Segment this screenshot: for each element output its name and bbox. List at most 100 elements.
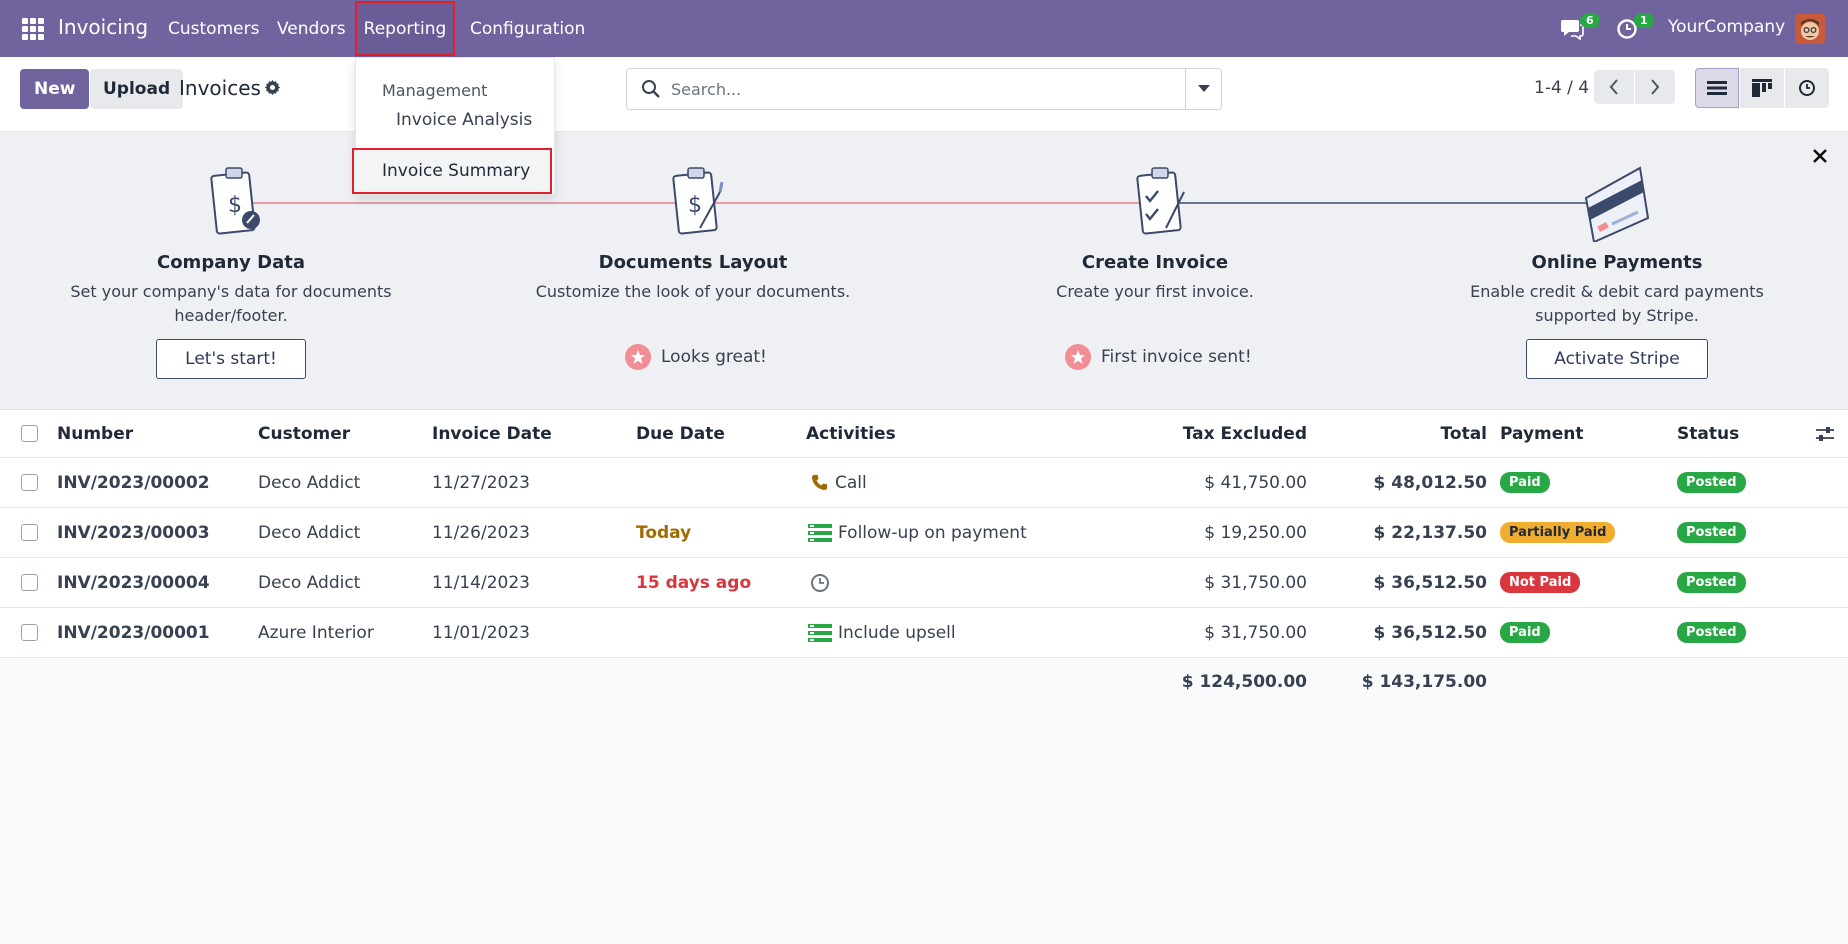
row-checkbox[interactable] [21,574,38,591]
phone-icon [810,473,829,492]
header-number[interactable]: Number [57,410,133,457]
menu-customers[interactable]: Customers [158,0,269,57]
header-invoice-date[interactable]: Invoice Date [432,410,552,457]
table-row[interactable]: INV/2023/00004 Deco Addict 11/14/2023 15… [0,558,1848,608]
activities-count-badge: 1 [1634,13,1654,28]
activity-cell[interactable]: Include upsell [808,608,956,657]
dropdown-section-management: Management [382,81,488,100]
gear-icon[interactable] [264,79,281,96]
avatar-face-icon [1795,14,1825,44]
chevron-left-icon [1609,79,1618,95]
user-avatar[interactable] [1795,14,1825,44]
activity-cell[interactable] [810,558,836,607]
clock-view-icon [1799,80,1815,96]
header-status[interactable]: Status [1677,410,1739,457]
status-badge: Posted [1677,572,1746,593]
clock-icon [810,573,830,593]
onboarding-progress-line [250,202,1600,204]
header-payment[interactable]: Payment [1500,410,1584,457]
kanban-view-button[interactable] [1740,68,1784,108]
chevron-right-icon [1651,79,1660,95]
step-documents-layout-title: Documents Layout [598,252,788,273]
invoice-customer: Azure Interior [258,622,374,643]
step-create-invoice-title: Create Invoice [1081,252,1229,273]
total-value: $ 48,012.50 [1373,472,1487,493]
invoice-number: INV/2023/00002 [57,472,210,493]
invoice-customer: Deco Addict [258,572,361,593]
total-value: $ 36,512.50 [1373,622,1487,643]
row-checkbox[interactable] [21,474,38,491]
table-row[interactable]: INV/2023/00003 Deco Addict 11/26/2023 To… [0,508,1848,558]
step-documents-layout-desc: Customize the look of your documents. [535,282,851,301]
activity-cell[interactable]: Call [810,458,867,507]
totals-row: $ 124,500.00 $ 143,175.00 [0,658,1848,706]
app-title[interactable]: Invoicing [58,15,148,39]
list-view-button[interactable] [1695,68,1739,108]
create-invoice-icon [1136,167,1185,235]
tax-excluded-value: $ 31,750.00 [1204,572,1307,593]
payment-status-badge: Paid [1500,472,1550,493]
new-button[interactable]: New [20,69,90,109]
invoice-date: 11/14/2023 [432,572,530,593]
table-row[interactable]: INV/2023/00001 Azure Interior 11/01/2023… [0,608,1848,658]
activity-view-button[interactable] [1785,68,1829,108]
tax-excluded-value: $ 41,750.00 [1204,472,1307,493]
table-header: Number Customer Invoice Date Due Date Ac… [0,410,1848,458]
pager-next-button[interactable] [1635,70,1675,104]
star-icon [625,344,651,370]
invoice-date: 11/01/2023 [432,622,530,643]
select-all-checkbox[interactable] [21,425,38,442]
reporting-dropdown: Management Invoice Analysis Invoice Summ… [352,57,555,195]
messages-button[interactable]: 6 [1560,13,1600,42]
top-navbar: Invoicing Customers Vendors Reporting Co… [0,0,1848,57]
tasks-icon [808,523,832,542]
credit-card-icon [1584,166,1650,242]
search-input[interactable] [671,69,1161,109]
header-customer[interactable]: Customer [258,410,350,457]
header-total[interactable]: Total [1320,410,1487,457]
step-create-invoice-desc: Create your first invoice. [1056,282,1254,301]
svg-text:$: $ [228,193,242,218]
menu-vendors[interactable]: Vendors [267,0,356,57]
pager-value[interactable]: 1-4 / 4 [1534,78,1589,98]
column-settings-icon[interactable] [1816,426,1834,442]
invoice-customer: Deco Addict [258,472,361,493]
apps-grid-icon[interactable] [22,18,44,40]
menu-item-invoice-analysis[interactable]: Invoice Analysis [396,110,532,130]
payment-status-badge: Paid [1500,622,1550,643]
invoice-due-date: 15 days ago [636,572,752,593]
invoice-number: INV/2023/00004 [57,572,210,593]
company-data-icon: $ [210,167,260,235]
header-tax-excluded[interactable]: Tax Excluded [1100,410,1307,457]
total-value: $ 22,137.50 [1373,522,1487,543]
caret-down-icon [1197,85,1210,92]
upload-button[interactable]: Upload [90,69,184,109]
invoice-number: INV/2023/00001 [57,622,210,643]
header-due-date[interactable]: Due Date [636,410,725,457]
control-panel: New Upload Invoices 1-4 / 4 [0,57,1848,132]
company-switcher[interactable]: YourCompany [1668,17,1785,37]
row-checkbox[interactable] [21,524,38,541]
kanban-view-icon [1752,79,1772,97]
pager-previous-button[interactable] [1594,70,1634,104]
activity-cell[interactable]: Follow-up on payment [808,508,1027,557]
invoice-due-date: Today [636,522,692,543]
table-row[interactable]: INV/2023/00002 Deco Addict 11/27/2023 Ca… [0,458,1848,508]
search-options-toggle[interactable] [1185,69,1221,109]
menu-reporting[interactable]: Reporting [355,1,455,56]
status-badge: Posted [1677,522,1746,543]
messages-count-badge: 6 [1580,13,1600,28]
lets-start-button[interactable]: Let's start! [156,339,306,379]
step-create-invoice-done: First invoice sent! [1065,344,1252,370]
tax-excluded-total: $ 124,500.00 [1181,672,1307,692]
activities-button[interactable]: 1 [1616,13,1654,42]
search-icon [642,80,660,98]
header-activities[interactable]: Activities [806,410,896,457]
menu-item-invoice-summary[interactable]: Invoice Summary [352,148,552,194]
step-online-payments-title: Online Payments [1531,252,1703,273]
status-badge: Posted [1677,622,1746,643]
row-checkbox[interactable] [21,624,38,641]
menu-configuration[interactable]: Configuration [460,0,595,57]
activate-stripe-button[interactable]: Activate Stripe [1526,339,1708,379]
svg-text:$: $ [688,193,702,218]
